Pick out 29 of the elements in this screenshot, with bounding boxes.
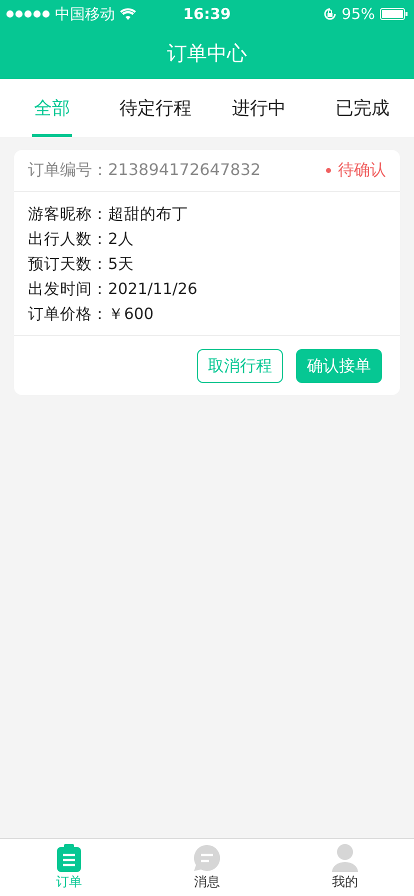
- order-number: 订单编号：213894172647832: [28, 160, 261, 181]
- nav-item[interactable]: 我的: [276, 839, 414, 896]
- status-dot: [326, 168, 331, 173]
- page-title: 订单中心: [166, 40, 248, 67]
- field-value: 2021/11/26: [108, 279, 198, 300]
- battery-percent: 95%: [342, 5, 375, 23]
- wifi-icon: [120, 8, 136, 20]
- carrier-name: 中国移动: [55, 4, 115, 24]
- field-value: 超甜的布丁: [108, 204, 188, 225]
- field-value: 5天: [108, 254, 134, 275]
- field-label: 出发时间：: [28, 279, 108, 300]
- signal-icon: [6, 10, 50, 18]
- field-label: 游客昵称：: [28, 204, 108, 225]
- field-label: 预订天数：: [28, 254, 108, 275]
- battery-icon: [380, 8, 408, 20]
- nav-item[interactable]: 消息: [138, 839, 276, 896]
- rotation-lock-icon: [322, 7, 337, 21]
- clock-time: 16:39: [183, 5, 231, 23]
- tab[interactable]: 已完成: [310, 79, 414, 137]
- order-status: 待确认: [338, 160, 386, 181]
- person-icon: [332, 844, 358, 872]
- tab[interactable]: 进行中: [207, 79, 310, 137]
- field-label: 订单价格：: [28, 304, 108, 325]
- field-label: 出行人数：: [28, 229, 108, 250]
- clipboard-icon: [56, 844, 82, 872]
- chat-bubble-icon: [193, 844, 221, 872]
- tab[interactable]: 待定行程: [104, 79, 207, 137]
- field-value: ￥600: [108, 304, 154, 325]
- field-value: 2人: [108, 229, 134, 250]
